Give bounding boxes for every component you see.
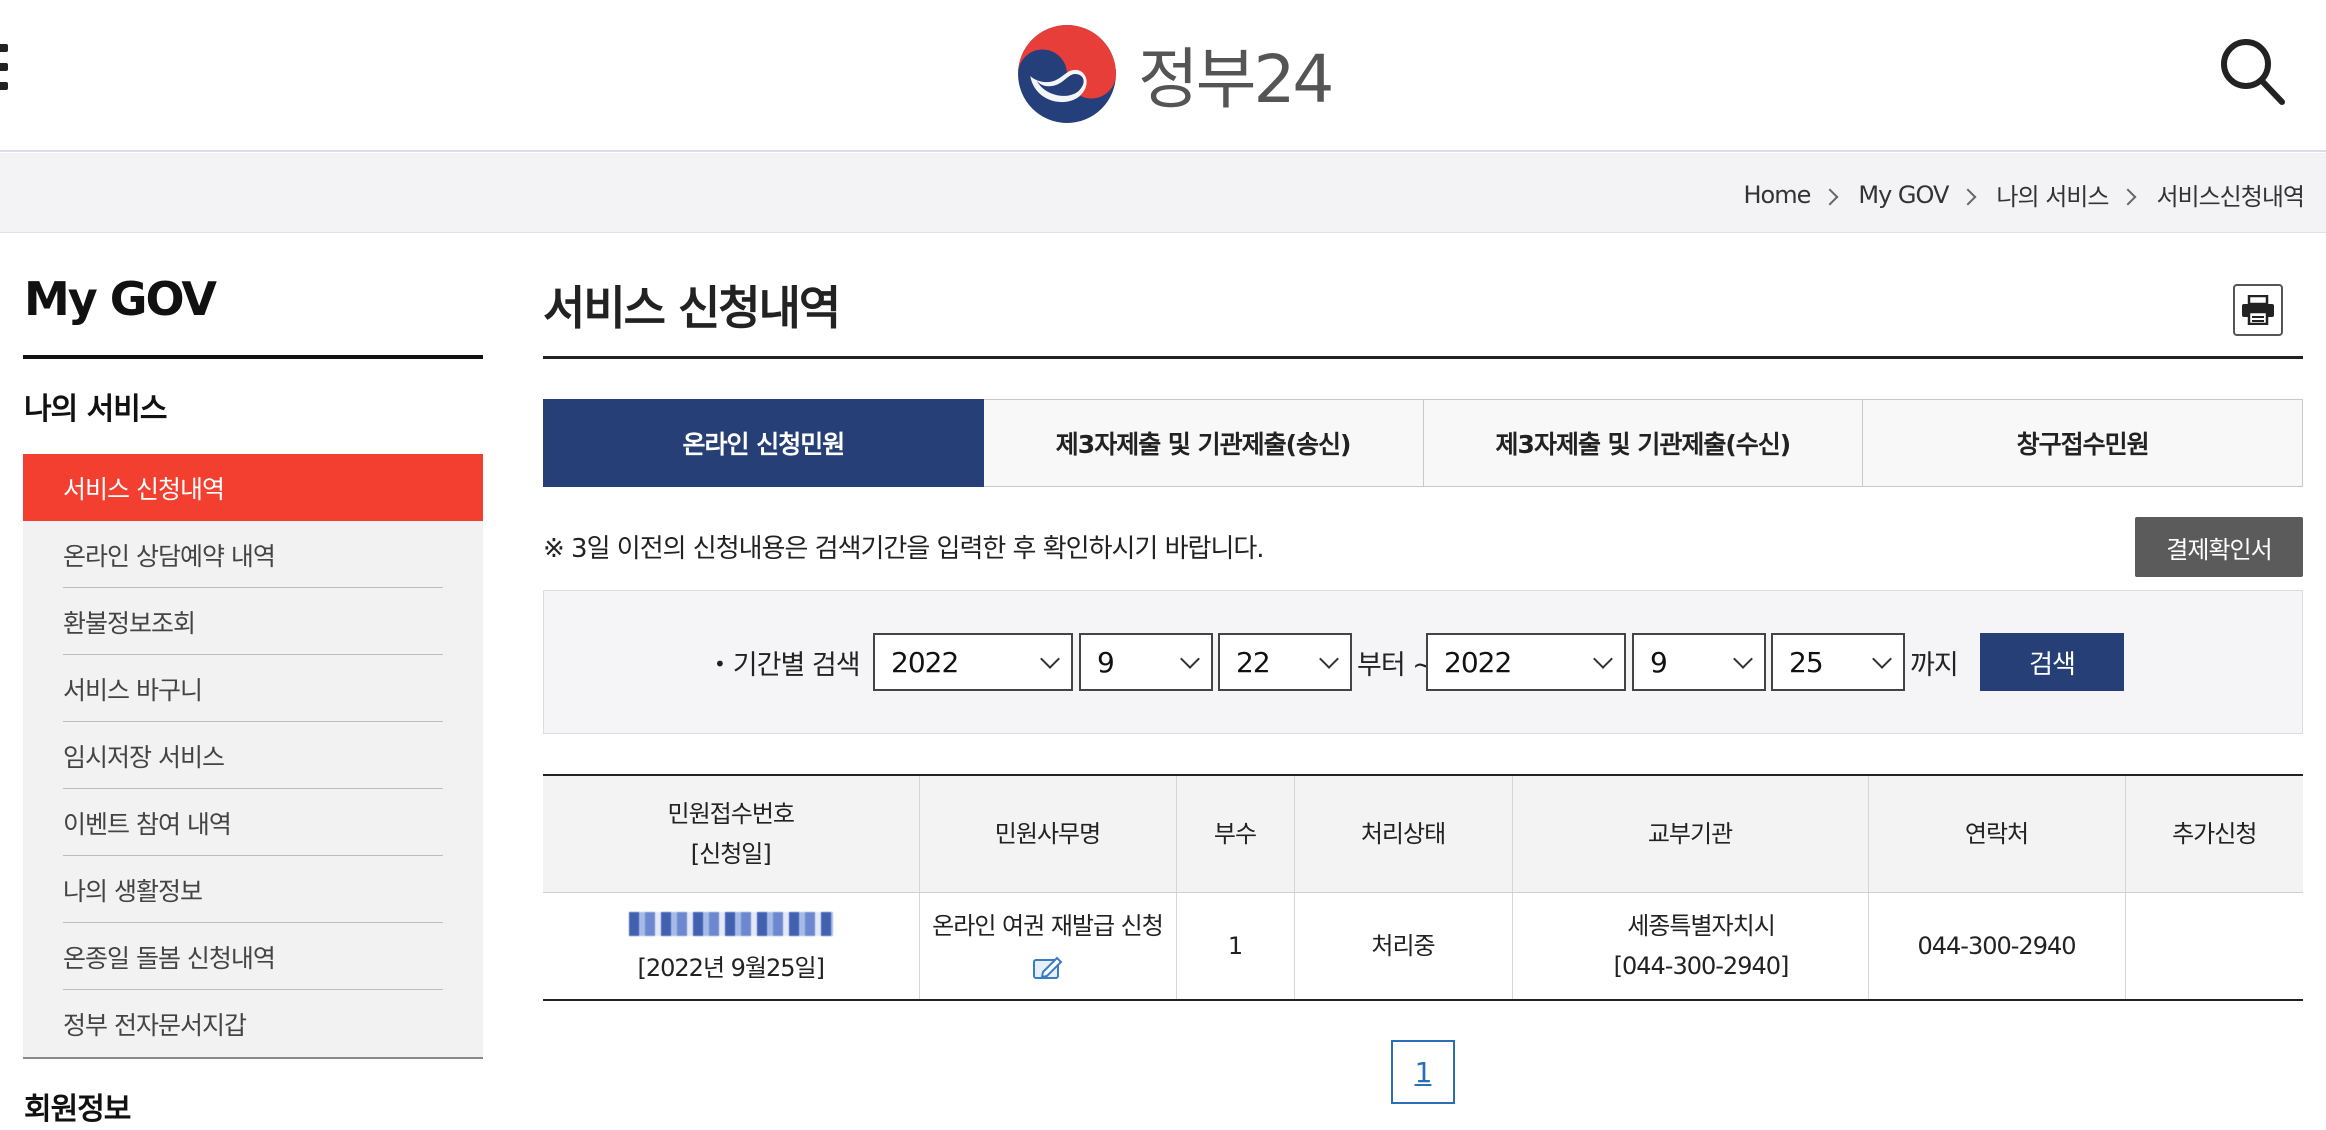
sidebar-section-member-info[interactable]: 회원정보 <box>24 1084 131 1128</box>
sidebar-item-childcare[interactable]: 온종일 돌봄 신청내역 <box>23 923 483 990</box>
cell-extra <box>2125 892 2303 1000</box>
chevron-down-icon <box>1180 649 1200 669</box>
sidebar-divider <box>23 355 483 359</box>
sidebar-title: My GOV <box>24 272 217 326</box>
sidebar-item-life-info[interactable]: 나의 생활정보 <box>23 856 483 923</box>
col-header-extra: 추가신청 <box>2125 775 2303 893</box>
cell-receipt-no: [2022년 9월25일] <box>543 892 920 1000</box>
tab-third-party-received[interactable]: 제3자제출 및 기관제출(수신) <box>1423 399 1864 487</box>
col-header-name: 민원사무명 <box>919 775 1177 893</box>
pagination-page-current[interactable]: 1 <box>1391 1040 1455 1104</box>
chevron-right-icon <box>2119 188 2137 205</box>
from-month-select[interactable]: 9 <box>1079 633 1213 691</box>
breadcrumb-mygov[interactable]: My GOV <box>1858 181 1949 209</box>
sidebar-item-service-basket[interactable]: 서비스 바구니 <box>23 655 483 722</box>
to-month-select[interactable]: 9 <box>1632 633 1766 691</box>
cell-contact: 044-300-2940 <box>1868 892 2126 1000</box>
site-header: 정부24 <box>0 0 2326 152</box>
chevron-down-icon <box>1319 649 1339 669</box>
table-header-row: 민원접수번호 [신청일] 민원사무명 부수 처리상태 교부기관 연락처 추가신청 <box>543 775 2303 893</box>
print-button[interactable] <box>2233 284 2283 336</box>
period-search-panel: • 기간별 검색 2022 9 22 부터 ~ 2022 9 25 까지 검색 <box>543 590 2303 734</box>
sidebar-item-event-history[interactable]: 이벤트 참여 내역 <box>23 789 483 856</box>
col-header-contact: 연락처 <box>1868 775 2126 893</box>
chevron-down-icon <box>1872 649 1892 669</box>
to-year-select[interactable]: 2022 <box>1426 633 1626 691</box>
breadcrumb: Home My GOV 나의 서비스 서비스신청내역 <box>1744 177 2305 212</box>
tab-third-party-sent[interactable]: 제3자제출 및 기관제출(송신) <box>983 399 1424 487</box>
search-icon[interactable] <box>2218 36 2286 106</box>
col-header-receipt-no: 민원접수번호 [신청일] <box>543 775 920 893</box>
sidebar-item-temp-saved[interactable]: 임시저장 서비스 <box>23 722 483 789</box>
title-divider <box>543 356 2303 359</box>
printer-icon <box>2242 295 2274 325</box>
hamburger-menu-icon[interactable] <box>0 44 10 96</box>
from-year-select[interactable]: 2022 <box>873 633 1073 691</box>
to-day-select[interactable]: 25 <box>1771 633 1905 691</box>
site-logo[interactable]: 정부24 <box>1016 22 1334 126</box>
chevron-down-icon <box>1040 649 1060 669</box>
to-suffix: 까지 <box>1910 650 1959 681</box>
sidebar-menu: 서비스 신청내역 온라인 상담예약 내역 환불정보조회 서비스 바구니 임시저장… <box>23 454 483 1059</box>
cell-copies: 1 <box>1176 892 1295 1000</box>
results-table: 민원접수번호 [신청일] 민원사무명 부수 처리상태 교부기관 연락처 추가신청 … <box>543 774 2303 1001</box>
payment-receipt-button[interactable]: 결제확인서 <box>2135 517 2303 577</box>
period-notice: ※ 3일 이전의 신청내용은 검색기간을 입력한 후 확인하시기 바랍니다. <box>543 534 1265 564</box>
col-header-copies: 부수 <box>1176 775 1295 893</box>
sidebar-item-doc-wallet[interactable]: 정부 전자문서지갑 <box>23 990 483 1057</box>
breadcrumb-bar: Home My GOV 나의 서비스 서비스신청내역 <box>0 153 2326 233</box>
from-day-select[interactable]: 22 <box>1218 633 1352 691</box>
service-tabs: 온라인 신청민원 제3자제출 및 기관제출(송신) 제3자제출 및 기관제출(수… <box>543 399 2303 487</box>
cell-request-date: [2022년 9월25일] <box>637 953 825 982</box>
breadcrumb-home[interactable]: Home <box>1744 181 1812 209</box>
logo-text: 정부24 <box>1138 41 1334 118</box>
breadcrumb-current[interactable]: 서비스신청내역 <box>2156 177 2305 212</box>
sidebar-item-consult-reservation[interactable]: 온라인 상담예약 내역 <box>23 521 483 588</box>
taegeuk-logo-icon <box>1018 25 1116 123</box>
chevron-right-icon <box>1821 188 1839 205</box>
breadcrumb-my-service[interactable]: 나의 서비스 <box>1996 177 2109 212</box>
sidebar-item-refund-info[interactable]: 환불정보조회 <box>23 588 483 655</box>
col-header-agency: 교부기관 <box>1512 775 1869 893</box>
page-title: 서비스 신청내역 <box>543 281 841 335</box>
sidebar-section-my-service[interactable]: 나의 서비스 <box>24 384 167 428</box>
chevron-right-icon <box>1959 188 1977 205</box>
sidebar-item-service-history[interactable]: 서비스 신청내역 <box>23 454 483 521</box>
tab-online-request[interactable]: 온라인 신청민원 <box>543 399 984 487</box>
chevron-down-icon <box>1593 649 1613 669</box>
period-search-label: • 기간별 검색 <box>714 650 861 681</box>
redacted-receipt-number[interactable] <box>628 911 833 936</box>
service-name-link[interactable]: 온라인 여권 재발급 신청 <box>932 912 1164 940</box>
cell-agency: 세종특별자치시 [044-300-2940] <box>1512 892 1869 1000</box>
tab-counter-request[interactable]: 창구접수민원 <box>1863 399 2303 487</box>
document-edit-icon[interactable] <box>1031 952 1065 982</box>
cell-service-name: 온라인 여권 재발급 신청 <box>919 892 1177 1000</box>
table-row: [2022년 9월25일] 온라인 여권 재발급 신청 1 처리중 세종특별자치… <box>543 892 2303 1000</box>
cell-status: 처리중 <box>1294 892 1513 1000</box>
chevron-down-icon <box>1733 649 1753 669</box>
from-suffix: 부터 ~ <box>1357 650 1435 681</box>
search-button[interactable]: 검색 <box>1980 633 2124 691</box>
col-header-status: 처리상태 <box>1294 775 1513 893</box>
